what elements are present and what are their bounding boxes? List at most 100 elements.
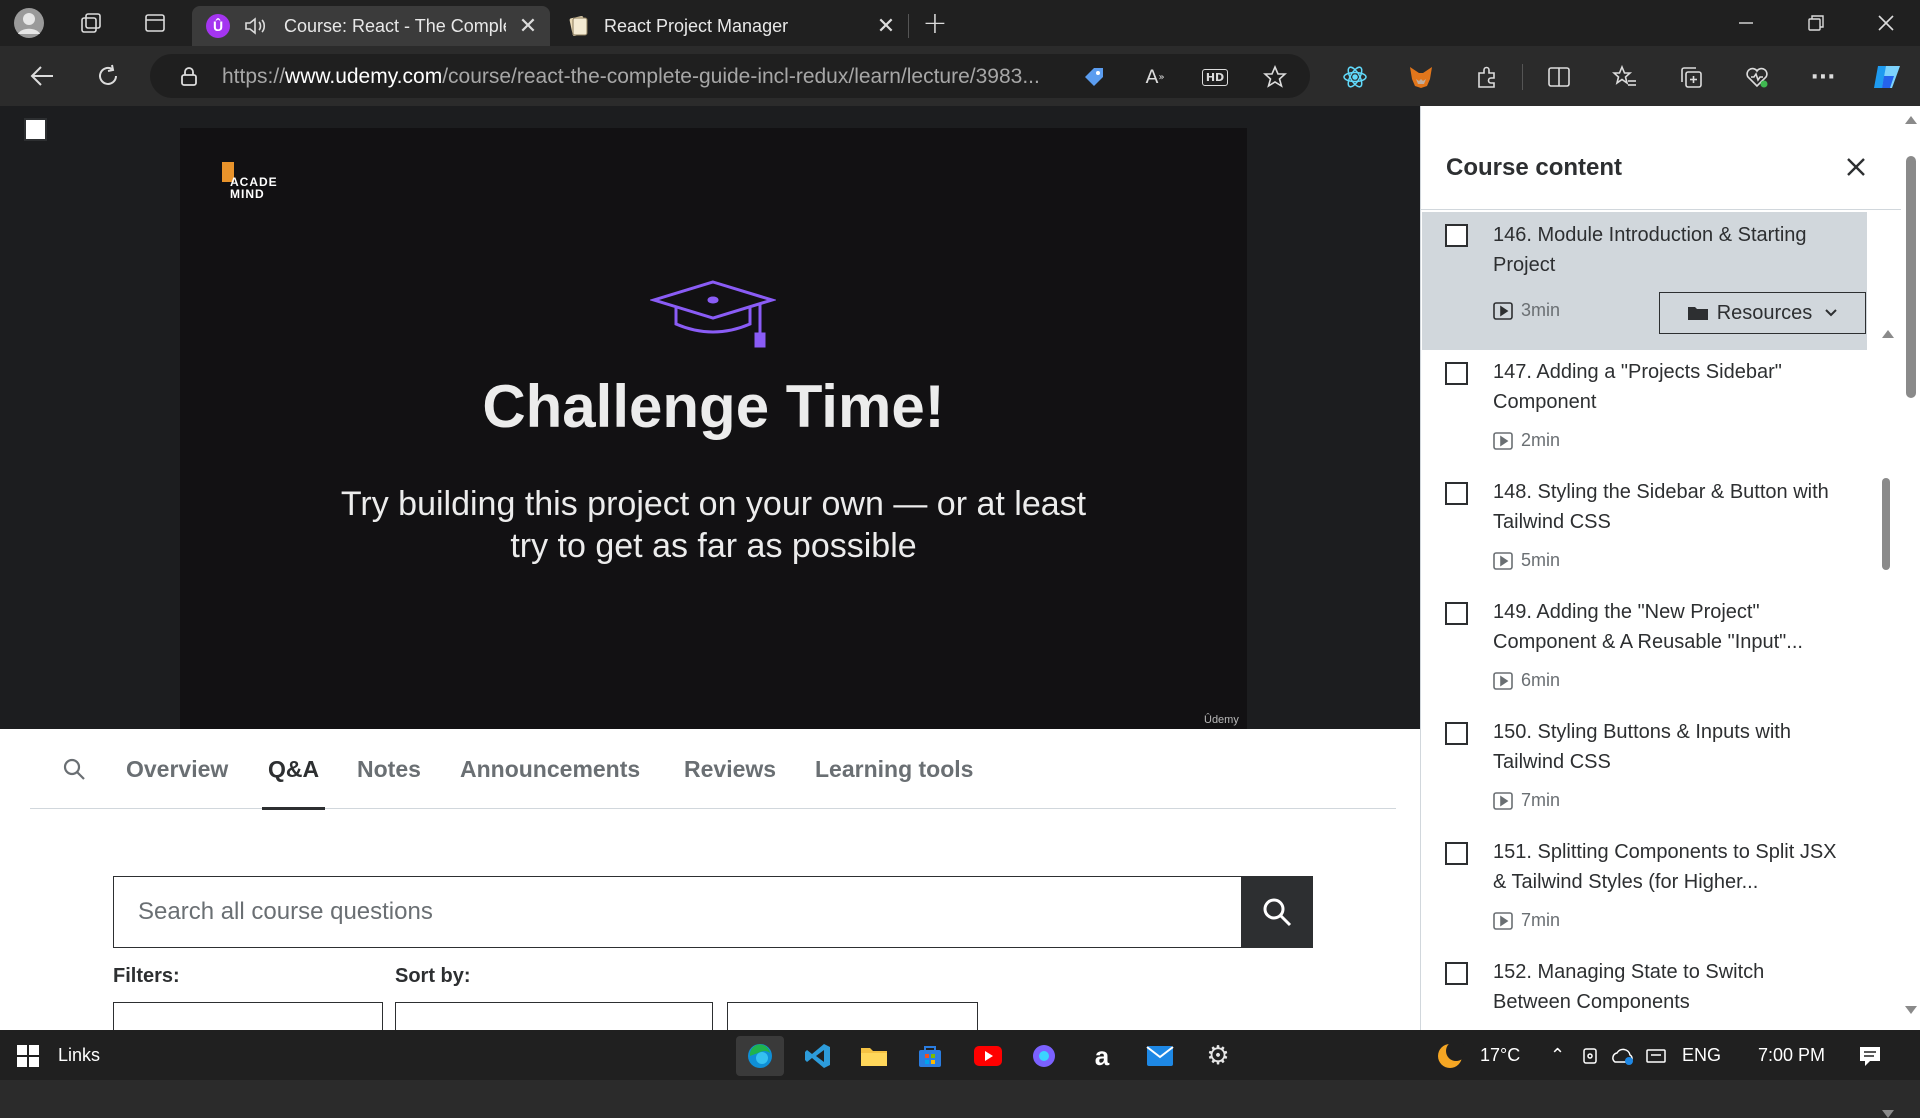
more-options-icon[interactable]: ··· <box>1806 60 1840 94</box>
copilot-taskbar-icon[interactable] <box>1020 1036 1068 1076</box>
video-play-icon <box>1493 431 1513 450</box>
tab-separator <box>908 14 909 38</box>
browser-essentials-icon[interactable] <box>1740 60 1774 94</box>
meet-now-icon[interactable] <box>1574 1036 1608 1076</box>
notifications-icon[interactable] <box>1846 1036 1894 1076</box>
coupon-tag-icon[interactable] <box>1080 63 1108 91</box>
close-sidebar-icon[interactable] <box>1841 152 1871 182</box>
store-taskbar-icon[interactable] <box>906 1036 954 1076</box>
hd-icon[interactable]: HD <box>1200 63 1230 91</box>
lecture-checkbox[interactable] <box>1445 602 1468 625</box>
close-tab-icon[interactable]: ✕ <box>516 13 540 38</box>
qa-search-input[interactable] <box>114 877 1242 947</box>
refresh-icon[interactable] <box>88 59 128 93</box>
weather-moon-icon[interactable] <box>1426 1036 1474 1076</box>
url-text[interactable]: https://www.udemy.com/course/react-the-c… <box>222 65 1214 89</box>
lecture-duration: 7min <box>1493 910 1560 931</box>
qa-search-button[interactable] <box>1241 876 1313 948</box>
close-window-icon[interactable] <box>1862 6 1910 40</box>
lecture-checkbox[interactable] <box>1445 224 1468 247</box>
favorite-star-icon[interactable] <box>1260 63 1290 91</box>
udemy-page: ACADE MIND Challenge Time! Try building … <box>0 106 1920 1118</box>
scroll-up-arrow-icon[interactable] <box>1905 116 1917 124</box>
scroll-down-arrow-icon[interactable] <box>1882 1110 1894 1118</box>
sidebar-scroll-thumb[interactable] <box>1882 478 1890 570</box>
lecture-checkbox[interactable] <box>1445 362 1468 385</box>
address-bar[interactable]: https://www.udemy.com/course/react-the-c… <box>150 54 1310 98</box>
file-explorer-taskbar-icon[interactable] <box>850 1036 898 1076</box>
lecture-duration: 7min <box>1493 790 1560 811</box>
copilot-icon[interactable] <box>1868 58 1906 96</box>
windows-start-icon[interactable] <box>4 1036 52 1076</box>
close-tab-icon[interactable]: ✕ <box>874 13 898 38</box>
lecture-duration: 6min <box>1493 670 1560 691</box>
mail-taskbar-icon[interactable] <box>1136 1036 1184 1076</box>
tab-learning-tools[interactable]: Learning tools <box>815 729 973 809</box>
search-icon <box>1263 898 1292 927</box>
settings-taskbar-icon[interactable]: ⚙ <box>1194 1036 1242 1076</box>
lecture-title[interactable]: 148. Styling the Sidebar & Button with T… <box>1493 477 1838 537</box>
lecture-title[interactable]: 152. Managing State to Switch Between Co… <box>1493 957 1838 1017</box>
tray-chevron-icon[interactable]: ⌃ <box>1550 1045 1565 1066</box>
resources-button[interactable]: Resources <box>1659 292 1866 334</box>
minimize-icon[interactable] <box>1722 6 1770 40</box>
lecture-title[interactable]: 149. Adding the "New Project" Component … <box>1493 597 1838 657</box>
profile-avatar-icon[interactable] <box>12 6 46 40</box>
vertical-tabs-icon[interactable] <box>138 6 172 40</box>
url-host: www.udemy.com <box>285 65 443 88</box>
tab-overview[interactable]: Overview <box>126 729 228 809</box>
lecture-duration: 2min <box>1493 430 1560 451</box>
page-scrollbar[interactable] <box>1901 106 1920 1030</box>
split-screen-icon[interactable] <box>1542 60 1576 94</box>
links-toolbar-label[interactable]: Links <box>58 1045 100 1066</box>
lecture-checkbox[interactable] <box>1445 482 1468 505</box>
video-play-icon <box>1493 671 1513 690</box>
lock-icon[interactable] <box>176 63 202 89</box>
tab-announcements[interactable]: Announcements <box>460 729 640 809</box>
lecture-title[interactable]: 151. Splitting Components to Split JSX &… <box>1493 837 1838 897</box>
vscode-taskbar-icon[interactable] <box>794 1036 842 1076</box>
temperature-text[interactable]: 17°C <box>1480 1045 1520 1066</box>
restore-icon[interactable] <box>1792 6 1840 40</box>
lecture-title[interactable]: 150. Styling Buttons & Inputs with Tailw… <box>1493 717 1838 777</box>
scroll-down-arrow-icon[interactable] <box>1905 1006 1917 1014</box>
lecture-checkbox[interactable] <box>1445 962 1468 985</box>
sort-label: Sort by: <box>395 965 471 987</box>
speaker-icon[interactable] <box>242 13 268 44</box>
lecture-title[interactable]: 147. Adding a "Projects Sidebar" Compone… <box>1493 357 1838 417</box>
new-tab-button[interactable]: + <box>918 6 952 41</box>
tab-react-project-manager[interactable]: React Project Manager ✕ <box>552 6 908 46</box>
onedrive-icon[interactable] <box>1606 1036 1640 1076</box>
lecture-checkbox[interactable] <box>1445 722 1468 745</box>
favorites-icon[interactable] <box>1608 60 1642 94</box>
scroll-up-arrow-icon[interactable] <box>1882 330 1894 338</box>
edge-taskbar-icon[interactable] <box>736 1036 784 1076</box>
tab-reviews[interactable]: Reviews <box>684 729 776 809</box>
video-player[interactable]: ACADE MIND Challenge Time! Try building … <box>180 128 1247 729</box>
back-arrow-icon[interactable] <box>22 59 62 93</box>
sidebar-scrollbar[interactable] <box>1868 210 1901 1118</box>
search-icon[interactable] <box>62 757 86 786</box>
lecture-checkbox[interactable] <box>1445 842 1468 865</box>
amazon-taskbar-icon[interactable]: a <box>1078 1036 1126 1076</box>
page-scroll-thumb[interactable] <box>1906 156 1916 398</box>
tab-qa[interactable]: Q&A <box>261 729 326 810</box>
collections-icon[interactable] <box>1674 60 1708 94</box>
extensions-icon[interactable] <box>1470 60 1504 94</box>
clock-time[interactable]: 7:00 PM <box>1758 1045 1825 1066</box>
sidebar-header: Course content <box>1421 106 1901 210</box>
lecture-checkbox[interactable] <box>24 118 47 141</box>
language-indicator[interactable]: ENG <box>1682 1045 1721 1066</box>
video-play-icon <box>1493 911 1513 930</box>
tab-notes[interactable]: Notes <box>357 729 421 809</box>
read-aloud-icon[interactable]: A» <box>1140 63 1170 91</box>
video-subtitle: Try building this project on your own — … <box>340 485 1087 565</box>
duration-text: 2min <box>1521 430 1561 450</box>
youtube-taskbar-icon[interactable] <box>964 1036 1012 1076</box>
metamask-fox-icon[interactable] <box>1404 60 1438 94</box>
toolbar-separator <box>1522 64 1523 90</box>
react-devtools-icon[interactable] <box>1338 60 1372 94</box>
network-icon[interactable] <box>1640 1036 1674 1076</box>
tab-course-react[interactable]: Û Course: React - The Complete Guide 202… <box>192 6 550 46</box>
workspaces-icon[interactable] <box>74 6 108 40</box>
